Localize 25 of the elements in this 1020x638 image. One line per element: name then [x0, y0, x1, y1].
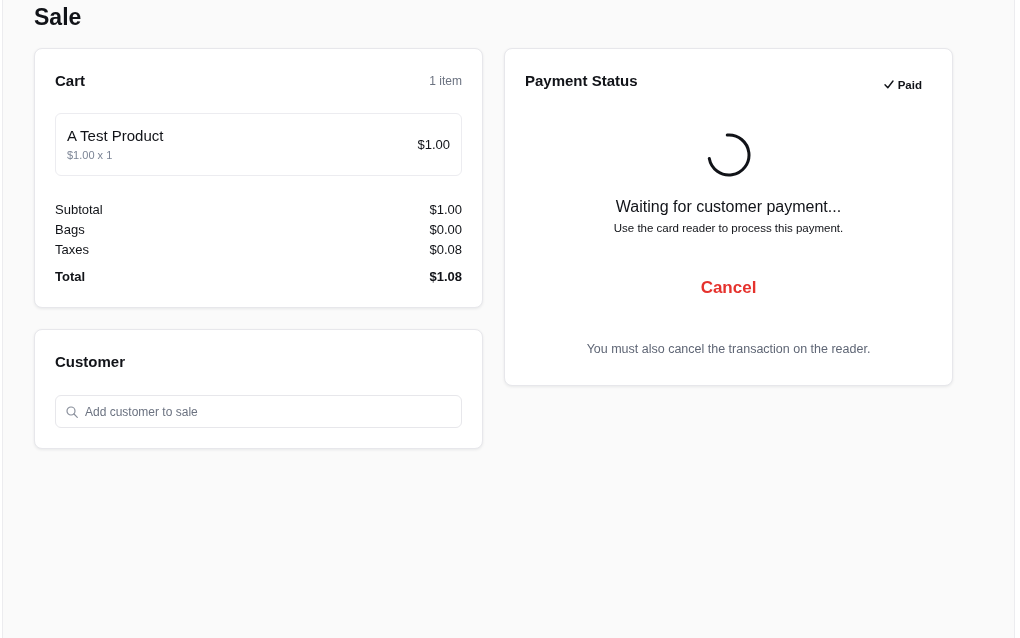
total-label: Bags [55, 221, 85, 239]
total-value: $1.00 [429, 201, 462, 219]
item-price: $1.00 [417, 135, 450, 154]
search-icon [66, 405, 78, 418]
total-label: Taxes [55, 241, 89, 259]
cancel-note: You must also cancel the transaction on the reader. [586, 341, 871, 358]
status-label: Paid [897, 77, 922, 92]
page-title: Sale [34, 4, 82, 30]
search-field[interactable]: Add customer to sale [55, 395, 462, 428]
total-value: $1.08 [429, 268, 462, 286]
item-quantity: $1.00 x 1 [67, 148, 114, 163]
card-title: Payment Status [525, 71, 638, 91]
total-value: $0.00 [429, 221, 462, 239]
total-value: $0.08 [429, 241, 462, 259]
check-icon [883, 80, 894, 89]
status-hint: Use the card reader to process this payment. [613, 221, 844, 236]
card-title: Cart [55, 71, 85, 91]
card-title: Customer [55, 352, 125, 372]
total-label: Total [55, 268, 86, 286]
item-count: 1 item [429, 73, 462, 89]
item-name: A Test Product [67, 126, 164, 146]
cancel-button[interactable]: Cancel [686, 270, 771, 306]
total-label: Subtotal [55, 201, 103, 219]
status-message: Waiting for customer payment... [615, 197, 842, 217]
spinner-icon [706, 133, 751, 177]
